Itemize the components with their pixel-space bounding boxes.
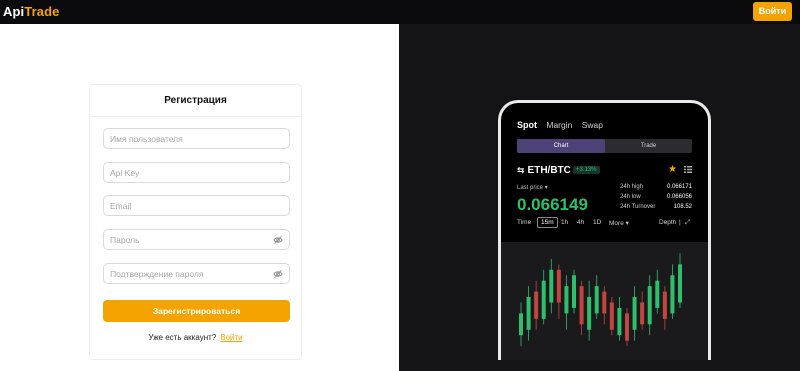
candle-body xyxy=(534,291,539,319)
candle-body xyxy=(549,269,554,303)
list-grid-icon xyxy=(684,166,692,173)
stat-label: 24h high xyxy=(620,184,644,190)
apikey-input[interactable] xyxy=(104,163,289,183)
stat-label: 24h Turnover xyxy=(620,204,656,210)
segment-trade: Trade xyxy=(640,143,657,149)
login-link[interactable]: Войти xyxy=(220,333,242,342)
promo-panel: Spot Margin Swap Chart Trade ⇆ ETH/BTC +3… xyxy=(399,24,800,371)
candle-body xyxy=(564,286,569,314)
candle-body xyxy=(632,297,637,330)
more-dropdown: More ▾ xyxy=(609,220,629,227)
stat-row: 24h high 0.066171 xyxy=(620,184,692,194)
candle-body xyxy=(617,307,622,336)
have-account-text: Уже есть аккаунт? xyxy=(148,333,217,342)
pair-title: ⇆ ETH/BTC xyxy=(517,165,571,176)
logo-text-trade: Trade xyxy=(24,4,60,19)
market-tabs: Spot Margin Swap xyxy=(517,120,610,130)
username-input[interactable] xyxy=(104,129,289,149)
candle-body xyxy=(594,286,599,314)
stats-table: 24h high 0.066171 24h low 0.066056 24h Tur… xyxy=(620,184,692,214)
top-bar: ApiTrade Войти xyxy=(0,0,800,24)
candle-body xyxy=(678,264,682,303)
stat-value: 0.066171 xyxy=(666,184,692,190)
timeframe-15m: 15m xyxy=(537,217,558,228)
candle-body xyxy=(647,286,652,325)
username-field[interactable] xyxy=(103,128,290,149)
candle-body xyxy=(609,302,614,330)
candle-body xyxy=(556,269,561,303)
separator: | xyxy=(679,219,681,226)
registration-card: Регистрация Зарегистри xyxy=(89,84,302,360)
star-icon: ★ xyxy=(668,164,677,175)
candle-body xyxy=(655,280,660,308)
email-input[interactable] xyxy=(104,196,289,216)
candle-body xyxy=(602,291,607,314)
candle-body xyxy=(579,286,584,325)
password-confirm-input[interactable] xyxy=(104,264,289,284)
eye-slash-icon[interactable] xyxy=(273,269,283,279)
candle-body xyxy=(519,313,523,336)
last-price-value: 0.066149 xyxy=(517,195,588,214)
candle-body xyxy=(541,280,546,319)
change-badge: +3.13% xyxy=(573,166,600,174)
candle-body xyxy=(662,291,667,319)
stat-row: 24h low 0.066056 xyxy=(620,194,692,204)
logo-text-api: Api xyxy=(3,4,25,19)
stat-value: 108.52 xyxy=(673,204,692,210)
candle-body xyxy=(670,275,675,314)
password-input[interactable] xyxy=(104,230,289,250)
candle-body xyxy=(640,302,645,325)
tab-margin: Margin xyxy=(546,120,573,130)
depth-label: Depth xyxy=(659,219,677,226)
registration-panel: Регистрация Зарегистри xyxy=(0,24,399,371)
timeframe-1d: 1D xyxy=(593,219,602,226)
time-label: Time xyxy=(517,219,532,226)
tab-spot: Spot xyxy=(517,120,537,130)
last-price-label: Last price ▾ xyxy=(517,185,548,191)
stat-label: 24h low xyxy=(620,194,641,200)
password-confirm-field[interactable] xyxy=(103,263,290,284)
swap-arrows-icon: ⇆ xyxy=(517,165,525,175)
email-field[interactable] xyxy=(103,195,290,216)
phone-mockup: Spot Margin Swap Chart Trade ⇆ ETH/BTC +3… xyxy=(498,100,711,360)
logo[interactable]: ApiTrade xyxy=(3,4,59,19)
expand-icon: ⤢ xyxy=(685,219,691,226)
candle-body xyxy=(526,297,531,330)
divider xyxy=(90,116,301,117)
login-button[interactable]: Войти xyxy=(753,2,792,21)
chart-trade-toggle: Chart Trade xyxy=(517,139,692,153)
password-field[interactable] xyxy=(103,229,290,250)
eye-slash-icon[interactable] xyxy=(273,235,283,245)
have-account-row: Уже есть аккаунт? Войти xyxy=(90,333,301,342)
timeframe-1h: 1h xyxy=(561,219,569,226)
apikey-field[interactable] xyxy=(103,162,290,183)
tab-swap: Swap xyxy=(581,120,603,130)
register-button[interactable]: Зарегистрироваться xyxy=(103,300,290,322)
stat-row: 24h Turnover 108.52 xyxy=(620,204,692,214)
timeframe-4h: 4h xyxy=(577,219,585,226)
form-title: Регистрация xyxy=(164,95,227,106)
candle-body xyxy=(572,275,576,308)
candlestick-chart xyxy=(501,242,708,360)
candle-body xyxy=(587,297,592,330)
pair-name: ETH/BTC xyxy=(527,165,571,176)
stat-value: 0.066056 xyxy=(666,194,692,200)
candle-body xyxy=(625,313,629,341)
segment-chart: Chart xyxy=(517,139,605,153)
